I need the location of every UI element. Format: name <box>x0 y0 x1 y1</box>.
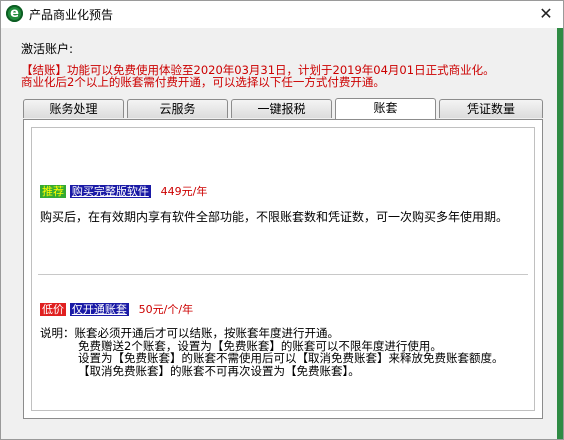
app-logo-icon: e <box>6 5 23 22</box>
activate-account-label: 激活账户: <box>21 42 74 56</box>
tab-accounting[interactable]: 账务处理 <box>23 99 124 118</box>
section-divider <box>38 274 528 275</box>
tab-cloud-service[interactable]: 云服务 <box>127 99 228 118</box>
note-line-1: 说明：账套必须开通后才可以结账，按账套年度进行开通。 <box>40 326 339 340</box>
option-low-price: 低价 仅开通账套 50元/个/年 <box>40 301 193 317</box>
panel-content: 推荐 购买完整版软件 449元/年 购买后，在有效期内享有软件全部功能，不限账套… <box>31 127 535 411</box>
recommended-tag: 推荐 <box>40 185 66 198</box>
dialog-window: e 产品商业化预告 ✕ 激活账户: 【结账】功能可以免费使用体验至2020年03… <box>0 0 564 440</box>
window-title: 产品商业化预告 <box>29 8 114 22</box>
title-bar[interactable]: e 产品商业化预告 ✕ <box>1 1 563 27</box>
window-right-frame <box>557 28 563 439</box>
tab-one-click-tax[interactable]: 一键报税 <box>231 99 332 118</box>
low-price-tag: 低价 <box>40 303 66 316</box>
commercialization-notice: 【结账】功能可以免费使用体验至2020年03月31日，计划于2019年04月01… <box>21 64 541 88</box>
instructions-note: 说明：账套必须开通后才可以结账，按账套年度进行开通。 免费赠送2个账套，设置为【… <box>40 327 504 377</box>
tab-panel-account-sets: 推荐 购买完整版软件 449元/年 购买后，在有效期内享有软件全部功能，不限账套… <box>23 119 543 419</box>
note-line-3: 设置为【免费账套】的账套不需使用后可以【取消免费账套】来释放免费账套额度。 <box>78 351 504 365</box>
close-button[interactable]: ✕ <box>535 3 557 25</box>
tab-voucher-count[interactable]: 凭证数量 <box>439 99 543 118</box>
option-recommended: 推荐 购买完整版软件 449元/年 <box>40 183 207 199</box>
note-line-4: 【取消免费账套】的账套不可再次设置为【免费账套】。 <box>78 363 360 378</box>
full-version-description: 购买后，在有效期内享有软件全部功能，不限账套数和凭证数，可一次购买多年使用期。 <box>40 210 509 224</box>
tab-account-sets[interactable]: 账套 <box>335 98 436 119</box>
tab-strip: 账务处理 云服务 一键报税 账套 凭证数量 <box>23 98 543 119</box>
full-version-price: 449元/年 <box>160 185 208 198</box>
open-account-set-only-button[interactable]: 仅开通账套 <box>69 303 129 316</box>
buy-full-version-button[interactable]: 购买完整版软件 <box>69 185 151 198</box>
notice-line-2: 商业化后2个以上的账套需付费开通，可以选择以下任一方式付费开通。 <box>21 75 385 89</box>
account-set-price: 50元/个/年 <box>138 303 194 316</box>
dialog-body: 激活账户: 【结账】功能可以免费使用体验至2020年03月31日，计划于2019… <box>1 28 563 439</box>
